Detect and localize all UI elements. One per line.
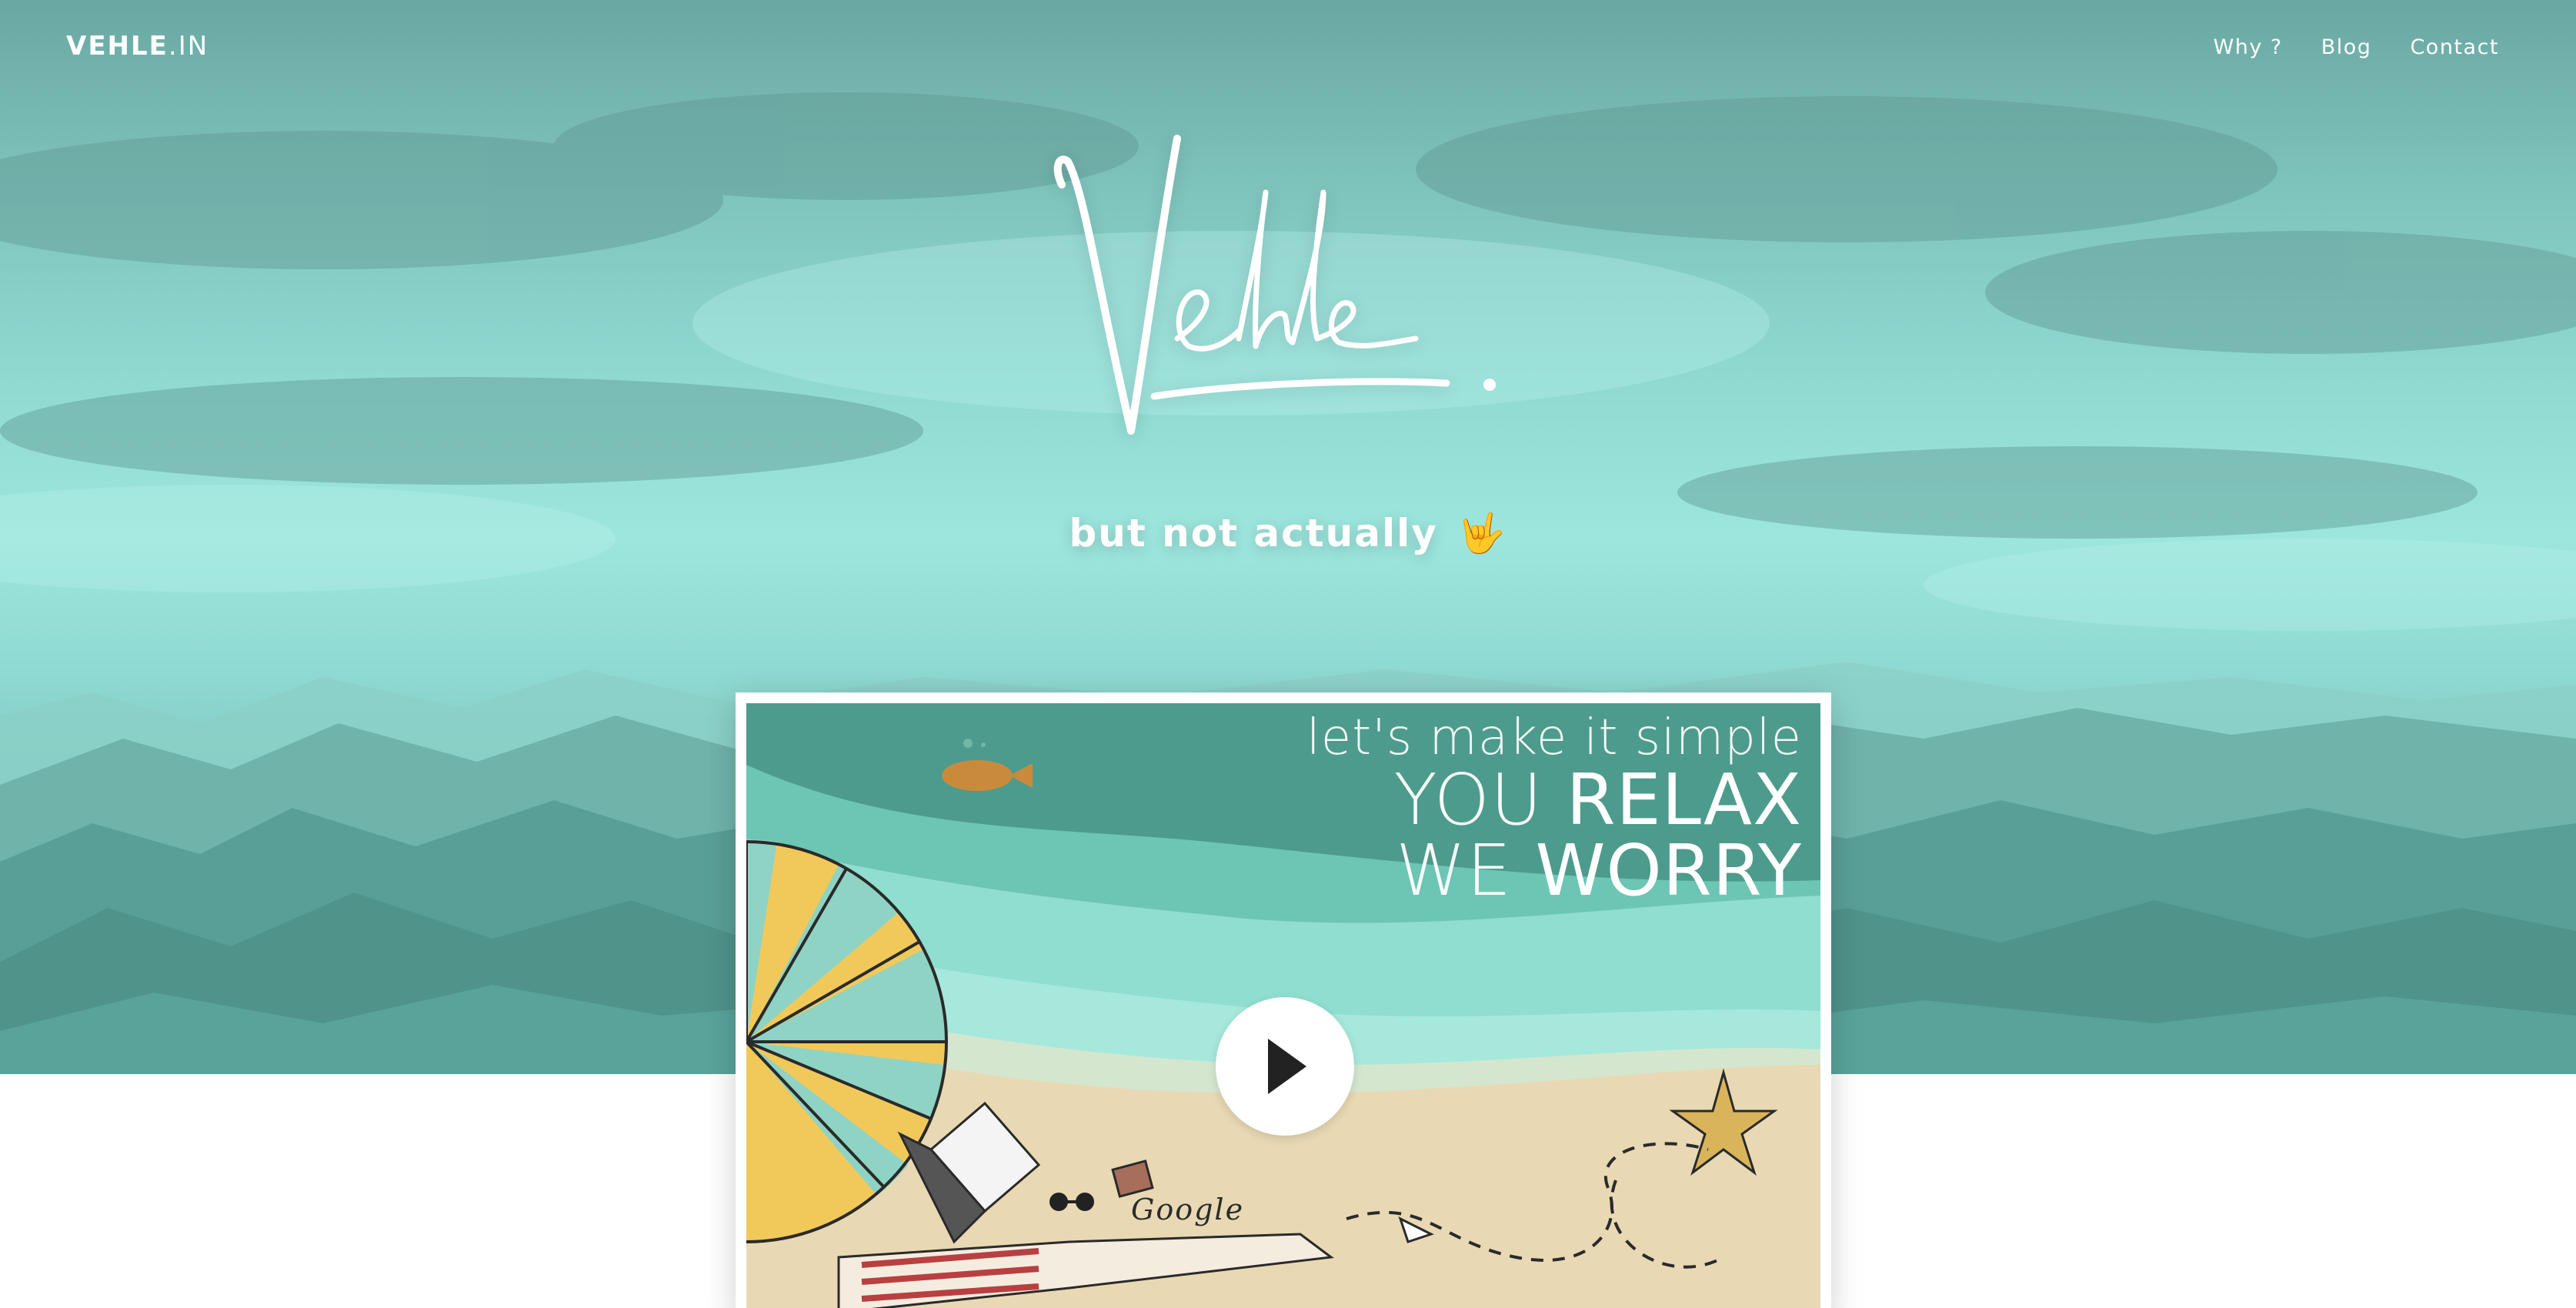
brand-logo[interactable]: VEHLE.IN <box>66 31 209 62</box>
page: VEHLE.IN Why ? Blog Contact but not actu… <box>0 0 2576 1308</box>
video-line-2-bold: RELAX <box>1566 759 1802 842</box>
hero-tagline: but not actually 🤟 <box>0 511 2576 556</box>
video-line-3: WE WORRY <box>1306 836 1802 906</box>
play-button[interactable] <box>1216 997 1354 1136</box>
vehle-signature-logo <box>1031 108 1554 462</box>
tagline-text: but not actually <box>1069 511 1438 556</box>
video-headline: let's make it simple YOU RELAX WE WORRY <box>1306 711 1802 906</box>
video-line-1: let's make it simple <box>1306 709 1802 766</box>
nav-item-why[interactable]: Why ? <box>2214 35 2283 59</box>
brand-name-light: .IN <box>168 31 209 62</box>
google-doodle-text: Google <box>1131 1193 1245 1226</box>
rock-hand-icon: 🤟 <box>1457 511 1507 556</box>
signature-logo-image <box>1053 135 1496 435</box>
video-line-2: YOU RELAX <box>1306 765 1802 836</box>
video-line-3-thin: WE <box>1396 829 1536 913</box>
nav-item-contact[interactable]: Contact <box>2410 35 2499 59</box>
main-nav: Why ? Blog Contact <box>2214 35 2499 59</box>
nav-item-blog[interactable]: Blog <box>2321 35 2372 59</box>
play-icon <box>1268 1039 1306 1094</box>
brand-name-bold: VEHLE <box>66 31 169 62</box>
video-line-3-bold: WORRY <box>1535 829 1802 913</box>
video-card[interactable]: let's make it simple YOU RELAX WE WORRY … <box>736 692 1831 1308</box>
video-thumbnail[interactable]: let's make it simple YOU RELAX WE WORRY … <box>746 703 1820 1308</box>
